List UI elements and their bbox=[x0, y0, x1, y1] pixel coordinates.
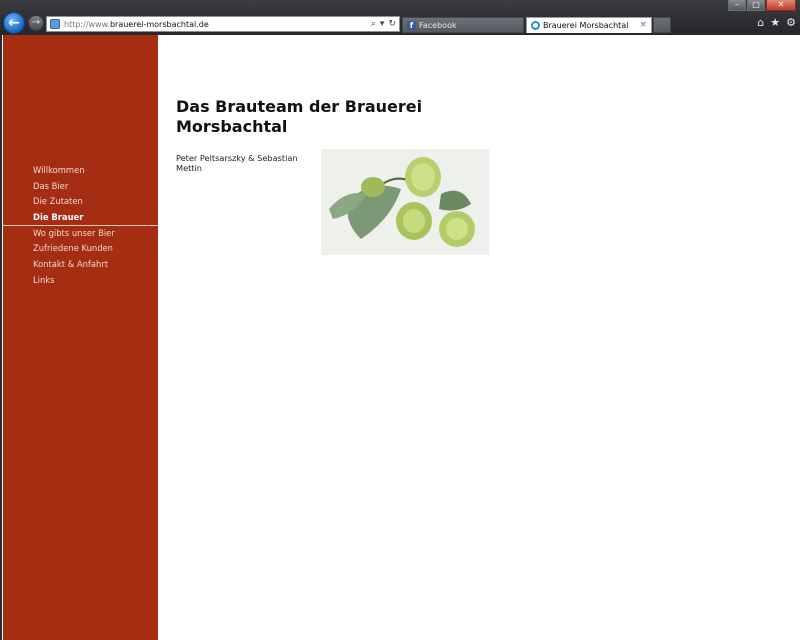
minimize-button[interactable]: – bbox=[728, 0, 746, 11]
sidebar-item-zufriedene-kunden[interactable]: Zufriedene Kunden bbox=[3, 241, 158, 257]
address-bar[interactable]: http://www.brauerei-morsbachtal.de ⌕ ▾ ↻ bbox=[46, 16, 400, 32]
search-icon[interactable]: ⌕ bbox=[371, 19, 376, 29]
tab-brauerei-morsbachtal[interactable]: Brauerei Morsbachtal × bbox=[526, 17, 652, 33]
sidebar-item-willkommen[interactable]: Willkommen bbox=[3, 163, 158, 179]
browser-chrome: – □ ✕ ← → http://www.brauerei-morsbachta… bbox=[0, 0, 800, 35]
sidebar-item-wo-gibts-unser-bier[interactable]: Wo gibts unser Bier bbox=[3, 226, 158, 242]
new-tab-button[interactable] bbox=[653, 17, 671, 33]
sidebar-item-die-brauer[interactable]: Die Brauer bbox=[3, 210, 158, 226]
close-window-button[interactable]: ✕ bbox=[766, 0, 796, 11]
hops-photo bbox=[321, 149, 489, 255]
refresh-icon[interactable]: ↻ bbox=[388, 19, 396, 29]
toolbar-icons: ⌂ ★ ⚙ bbox=[757, 16, 796, 29]
back-arrow-icon[interactable]: ← bbox=[3, 12, 25, 34]
maximize-button[interactable]: □ bbox=[747, 0, 765, 11]
dropdown-icon[interactable]: ▾ bbox=[380, 19, 385, 29]
address-tools: ⌕ ▾ ↻ bbox=[371, 19, 396, 29]
sidebar: Willkommen Das Bier Die Zutaten Die Brau… bbox=[3, 35, 158, 640]
forward-arrow-icon[interactable]: → bbox=[28, 15, 44, 31]
page-title: Das Brauteam der Brauerei Morsbachtal bbox=[176, 97, 423, 136]
site-favicon-icon bbox=[50, 19, 60, 29]
main-content: Das Brauteam der Brauerei Morsbachtal Pe… bbox=[176, 97, 776, 255]
window-controls: – □ ✕ bbox=[728, 0, 796, 12]
home-icon[interactable]: ⌂ bbox=[757, 16, 764, 29]
sidebar-item-die-zutaten[interactable]: Die Zutaten bbox=[3, 194, 158, 210]
url-domain: brauerei-morsbachtal.de bbox=[109, 19, 209, 29]
sidebar-item-kontakt-anfahrt[interactable]: Kontakt & Anfahrt bbox=[3, 257, 158, 273]
tab-label: Brauerei Morsbachtal bbox=[543, 21, 629, 30]
favorites-star-icon[interactable]: ★ bbox=[770, 16, 780, 29]
url-prefix: http://www. bbox=[64, 19, 110, 29]
close-tab-icon[interactable]: × bbox=[639, 18, 647, 33]
brewers-caption: Peter Peltsarszky & Sebastian Mettin bbox=[176, 153, 298, 173]
sidebar-item-links[interactable]: Links bbox=[3, 273, 158, 289]
ie-page-icon bbox=[531, 21, 540, 30]
facebook-icon: f bbox=[407, 21, 416, 30]
tab-facebook[interactable]: f Facebook bbox=[402, 17, 524, 33]
sidebar-item-das-bier[interactable]: Das Bier bbox=[3, 179, 158, 195]
sidebar-nav: Willkommen Das Bier Die Zutaten Die Brau… bbox=[3, 163, 158, 289]
tab-label: Facebook bbox=[419, 21, 457, 30]
address-url[interactable]: http://www.brauerei-morsbachtal.de bbox=[64, 20, 209, 29]
tools-gear-icon[interactable]: ⚙ bbox=[786, 16, 796, 29]
